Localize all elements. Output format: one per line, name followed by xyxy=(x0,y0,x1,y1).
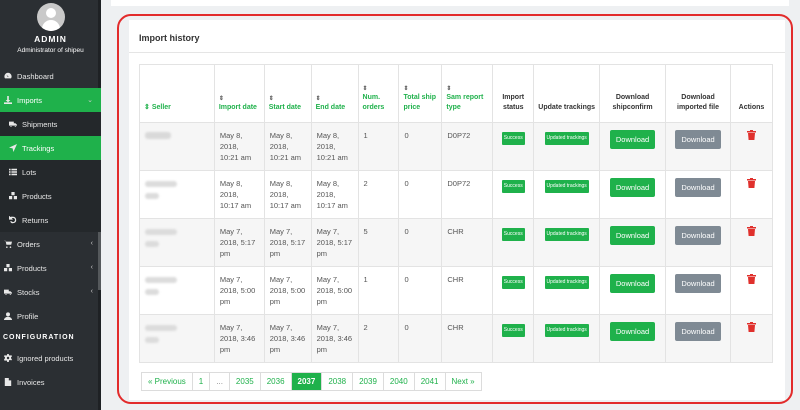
sidebar-item-label: Imports xyxy=(17,95,43,105)
truck-icon xyxy=(3,287,13,297)
sidebar-item-lots[interactable]: Lots xyxy=(0,160,101,184)
user-role: Administrator of shipeu xyxy=(17,47,84,54)
sidebar-item-label: Ignored products xyxy=(17,353,74,363)
sidebar-item-invoices[interactable]: Invoices xyxy=(0,370,101,394)
download-icon xyxy=(3,95,13,105)
sidebar-item-label: Products xyxy=(17,263,47,273)
sidebar-item-dashboard[interactable]: Dashboard xyxy=(0,64,101,88)
sidebar-item-label: Returns xyxy=(22,215,49,225)
file-icon xyxy=(3,377,13,387)
sidebar-item-products-main[interactable]: Products ‹ xyxy=(0,256,101,280)
truck-icon xyxy=(8,119,18,129)
sidebar-item-shipments[interactable]: Shipments xyxy=(0,112,101,136)
sidebar-item-imports[interactable]: Imports ⌄ xyxy=(0,88,101,112)
avatar xyxy=(36,3,65,31)
sidebar-item-stocks[interactable]: Stocks ‹ xyxy=(0,280,101,304)
user-name: ADMIN xyxy=(34,34,67,44)
main-content: Import history ⇕ Seller ⇕ Import date ⇕ St… xyxy=(101,0,800,410)
sidebar-item-label: Lots xyxy=(22,167,37,177)
sidebar-item-label: Shipments xyxy=(22,119,58,129)
chevron-down-icon: ⌄ xyxy=(87,97,93,104)
sidebar-item-label: Stocks xyxy=(17,287,40,297)
sidebar-item-ignored-products[interactable]: Ignored products xyxy=(0,346,101,370)
top-panel xyxy=(111,0,789,6)
sidebar-item-returns[interactable]: Returns xyxy=(0,208,101,232)
sidebar-item-label: Trackings xyxy=(22,143,55,153)
sidebar-item-label: Orders xyxy=(17,239,40,249)
chevron-left-icon: ‹ xyxy=(90,288,93,295)
sidebar-item-label: Invoices xyxy=(17,377,45,387)
location-arrow-icon xyxy=(8,143,18,153)
sidebar-item-products[interactable]: Products xyxy=(0,184,101,208)
sidebar-item-label: Profile xyxy=(17,311,39,321)
cart-icon xyxy=(3,239,13,249)
gear-icon xyxy=(3,353,13,363)
undo-icon xyxy=(8,215,18,225)
dashboard-icon xyxy=(3,71,13,81)
chevron-left-icon: ‹ xyxy=(90,240,93,247)
sidebar-item-trackings[interactable]: Trackings xyxy=(0,136,101,160)
chevron-left-icon: ‹ xyxy=(90,264,93,271)
user-icon xyxy=(3,311,13,321)
user-profile: ADMIN Administrator of shipeu xyxy=(0,0,101,64)
sidebar-item-label: Dashboard xyxy=(17,71,54,81)
highlight-frame xyxy=(117,14,793,404)
sidebar: ADMIN Administrator of shipeu Dashboard … xyxy=(0,0,101,410)
list-icon xyxy=(8,167,18,177)
cubes-icon xyxy=(8,191,18,201)
sidebar-item-orders[interactable]: Orders ‹ xyxy=(0,232,101,256)
sidebar-item-label: Products xyxy=(22,191,52,201)
sidebar-section-configuration: CONFIGURATION xyxy=(3,333,75,341)
cubes-icon xyxy=(3,263,13,273)
sidebar-item-profile[interactable]: Profile xyxy=(0,304,101,328)
